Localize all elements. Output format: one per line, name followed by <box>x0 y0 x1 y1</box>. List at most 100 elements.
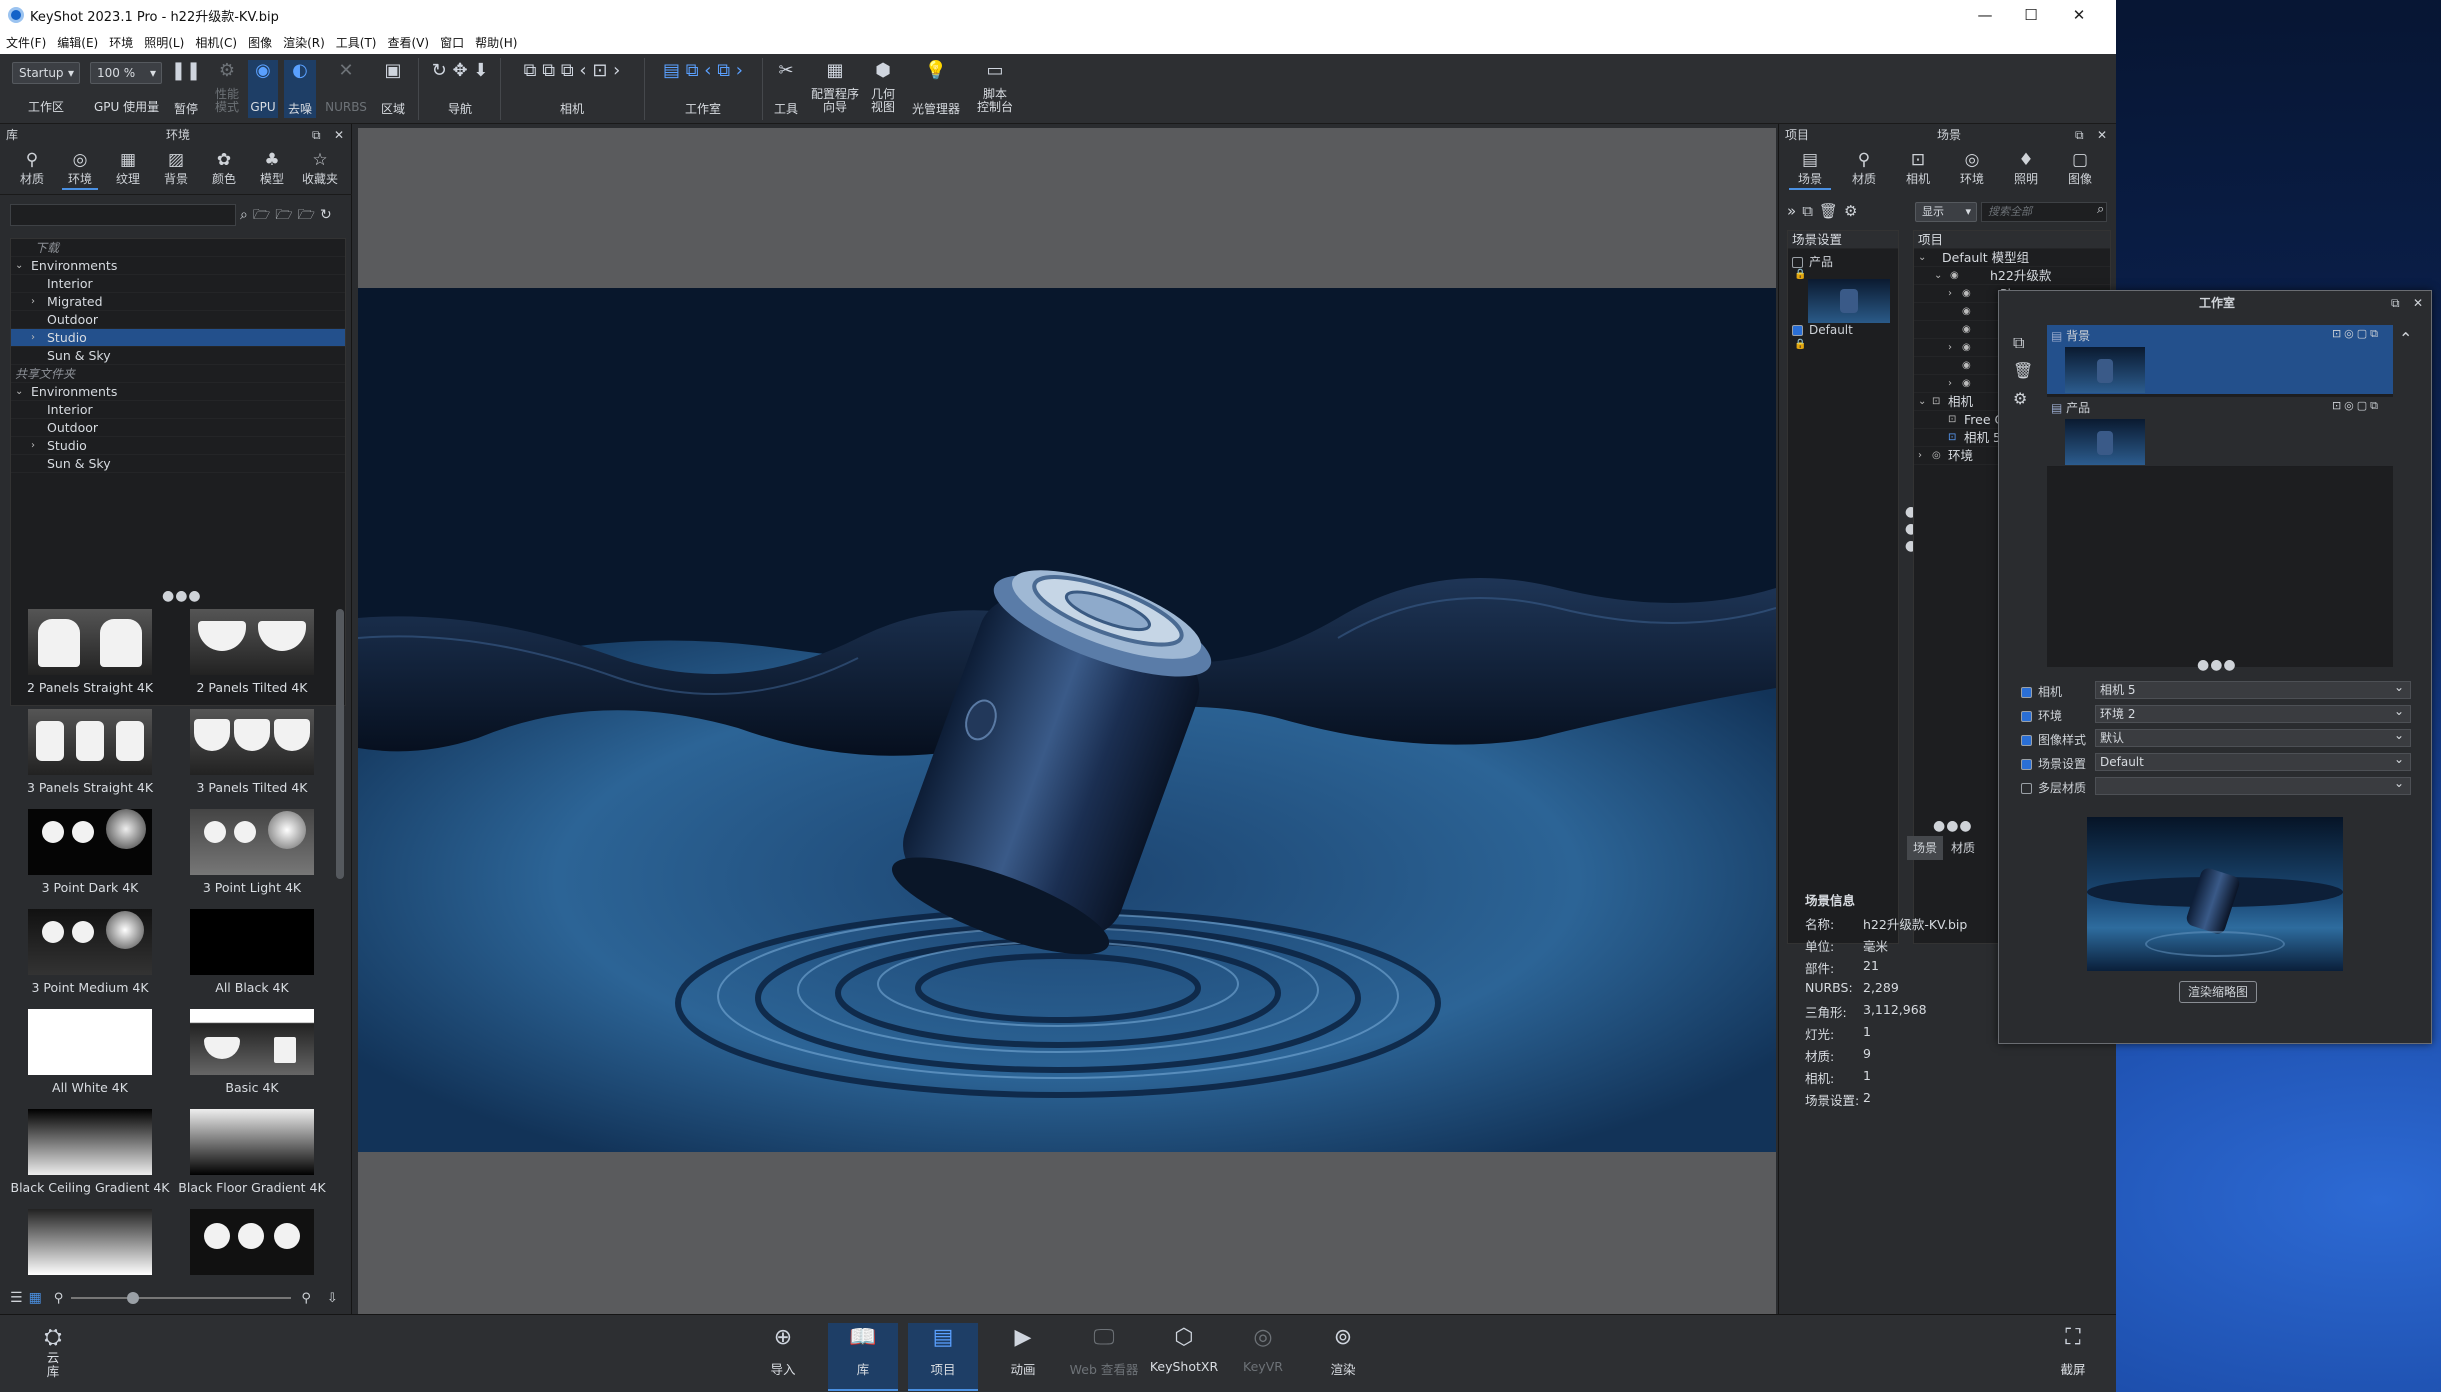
studio-setting-multi-material[interactable]: 多层材质 <box>2021 779 2086 796</box>
script-console-button[interactable]: ▭ 脚本 控制台 <box>972 60 1018 114</box>
web-viewer-button[interactable]: 🖵 Web 查看器 <box>1068 1323 1140 1378</box>
gpu-usage-select[interactable]: 100 % <box>90 62 162 84</box>
thumbnail-item[interactable]: 3 Panels Tilted 4K <box>172 709 332 795</box>
thumbnail-item[interactable]: 2 Panels Tilted 4K <box>172 609 332 695</box>
performance-mode-button[interactable]: ⚙ 性能 模式 <box>210 60 244 114</box>
render-thumbnail-button[interactable]: 渲染缩略图 <box>2179 981 2258 1003</box>
trash-icon[interactable]: 🗑 <box>2013 357 2033 385</box>
project-button[interactable]: ▤ 项目 <box>908 1323 978 1391</box>
splitter-handle[interactable]: ●●● <box>1933 818 1973 834</box>
tab-image[interactable]: ▢ 图像 <box>2053 146 2107 190</box>
checkbox[interactable] <box>1792 257 1803 268</box>
tree-item[interactable]: Outdoor <box>11 419 345 437</box>
animation-button[interactable]: ▶ 动画 <box>988 1323 1058 1378</box>
tools-button[interactable]: ✂ 工具 <box>768 60 804 116</box>
environment-select[interactable]: 环境 2 <box>2095 703 2411 723</box>
thumbnail-item[interactable]: All White 4K <box>10 1009 170 1095</box>
menu-environment[interactable]: 环境 <box>109 34 133 51</box>
light-manager-button[interactable]: 💡 光管理器 <box>908 60 964 116</box>
cloud-download-icon[interactable]: ⇩ <box>327 1291 338 1306</box>
chevron-down-icon[interactable]: ⌄ <box>15 257 23 275</box>
refresh-icon[interactable]: ↻ <box>320 207 337 223</box>
menu-lighting[interactable]: 照明(L) <box>144 34 184 51</box>
undock-icon[interactable]: ⧉ <box>2391 291 2400 315</box>
scene-set-select[interactable]: Default <box>2095 751 2411 771</box>
eye-icon[interactable]: ◉ <box>1962 357 1971 375</box>
geometry-view-button[interactable]: ⬢ 几何 视图 <box>866 60 900 114</box>
undock-icon[interactable]: ⧉ <box>312 124 321 146</box>
zoom-out-icon[interactable]: ⚲ <box>54 1291 64 1306</box>
thumbnail-item[interactable]: 3 Panels Straight 4K <box>10 709 170 795</box>
folder-remove-icon[interactable]: 🗁 <box>298 207 320 223</box>
studio-group[interactable]: ▤ ⧉ ‹ ⧉ › 工作室 <box>650 60 756 116</box>
region-button[interactable]: ▣ 区域 <box>376 60 410 116</box>
thumbnail-item[interactable]: Black Floor Gradient 4K <box>172 1109 332 1195</box>
close-panel-icon[interactable]: ✕ <box>334 124 344 146</box>
splitter-handle[interactable]: ●●● <box>2197 657 2237 673</box>
splitter-handle[interactable]: ●●● <box>162 588 202 604</box>
thumbnail-item[interactable]: All Black 4K <box>172 909 332 995</box>
subtab-scene[interactable]: 场景 <box>1907 836 1943 860</box>
menu-render[interactable]: 渲染(R) <box>283 34 325 51</box>
menu-image[interactable]: 图像 <box>248 34 272 51</box>
checkbox[interactable] <box>2021 687 2032 698</box>
render-button[interactable]: ⊚ 渲染 <box>1308 1323 1378 1378</box>
tree-item[interactable]: Sun & Sky <box>11 455 345 473</box>
scene-tree-item[interactable]: ⌄ Default 模型组 <box>1914 249 2110 267</box>
denoise-button[interactable]: ◐ 去噪 <box>284 60 316 118</box>
workspace-select[interactable]: Startup <box>12 62 80 84</box>
menu-help[interactable]: 帮助(H) <box>475 34 517 51</box>
tab-environments[interactable]: ◎ 环境 <box>56 146 104 190</box>
chevron-down-icon[interactable]: ⌄ <box>15 383 23 401</box>
close-panel-icon[interactable]: ✕ <box>2097 124 2107 146</box>
keyshotxr-button[interactable]: ⬡ KeyShotXR <box>1148 1323 1220 1374</box>
folder-add-icon[interactable]: 🗁 <box>275 207 297 223</box>
screenshot-button[interactable]: ⛶ 截屏 <box>2038 1323 2108 1378</box>
eye-icon[interactable]: ◉ <box>1950 267 1959 285</box>
tab-lighting[interactable]: ♦ 照明 <box>1999 146 2053 190</box>
scene-set-default[interactable]: Default <box>1792 323 1853 337</box>
checkbox[interactable] <box>2021 735 2032 746</box>
menu-view[interactable]: 查看(V) <box>387 34 429 51</box>
search-icon[interactable]: ⌕ <box>240 207 253 223</box>
studio-setting-environment[interactable]: 环境 <box>2021 707 2062 724</box>
expand-icon[interactable]: » <box>1787 202 1802 220</box>
tree-item[interactable]: ⌄ Environments <box>11 257 345 275</box>
tab-environment[interactable]: ◎ 环境 <box>1945 146 1999 190</box>
scene-set-product[interactable]: 产品 <box>1792 253 1833 270</box>
tree-item[interactable]: Interior <box>11 401 345 419</box>
maximize-button[interactable]: ☐ <box>2008 0 2054 30</box>
trash-icon[interactable]: 🗑 <box>1819 202 1844 220</box>
render-viewport[interactable] <box>358 128 1776 1314</box>
studio-row-product[interactable]: ▤ 产品 ⊡◎▢⧉ <box>2047 397 2393 467</box>
display-filter-select[interactable]: 显示 <box>1915 202 1977 222</box>
eye-icon[interactable]: ◉ <box>1962 303 1971 321</box>
tab-colors[interactable]: ✿ 颜色 <box>200 146 248 190</box>
cloud-library-button[interactable]: ⛭ 云 库 <box>18 1323 88 1387</box>
checkbox[interactable] <box>2021 759 2032 770</box>
thumbnail-item[interactable] <box>10 1209 170 1275</box>
checkbox[interactable] <box>2021 783 2032 794</box>
menu-file[interactable]: 文件(F) <box>6 34 46 51</box>
close-studio-button[interactable]: ✕ <box>2413 291 2423 315</box>
tab-textures[interactable]: ▦ 纹理 <box>104 146 152 190</box>
minimize-button[interactable]: — <box>1962 0 2008 30</box>
studio-setting-image-style[interactable]: 图像样式 <box>2021 731 2086 748</box>
tab-favorites[interactable]: ☆ 收藏夹 <box>296 146 344 190</box>
add-studio-icon[interactable]: ⧉ <box>2013 329 2033 357</box>
library-search-input[interactable] <box>10 204 236 226</box>
tab-models[interactable]: ♣ 模型 <box>248 146 296 190</box>
tab-materials[interactable]: ⚲ 材质 <box>8 146 56 190</box>
library-button[interactable]: 📖 库 <box>828 1323 898 1391</box>
tree-item[interactable]: ⌄ Environments <box>11 383 345 401</box>
zoom-in-icon[interactable]: ⚲ <box>301 1291 311 1306</box>
thumbnail-item[interactable]: 3 Point Light 4K <box>172 809 332 895</box>
library-search-tools[interactable]: ⌕🗁🗁🗁↻ <box>240 204 337 228</box>
keyvr-button[interactable]: ◎ KeyVR <box>1228 1323 1298 1374</box>
tab-camera[interactable]: ⊡ 相机 <box>1891 146 1945 190</box>
tab-material[interactable]: ⚲ 材质 <box>1837 146 1891 190</box>
tree-item[interactable]: Interior <box>11 275 345 293</box>
eye-icon[interactable]: ◉ <box>1962 375 1971 393</box>
navigation-group[interactable]: ↻ ✥ ⬇ 导航 <box>424 60 496 116</box>
tree-item[interactable]: › Studio <box>11 437 345 455</box>
